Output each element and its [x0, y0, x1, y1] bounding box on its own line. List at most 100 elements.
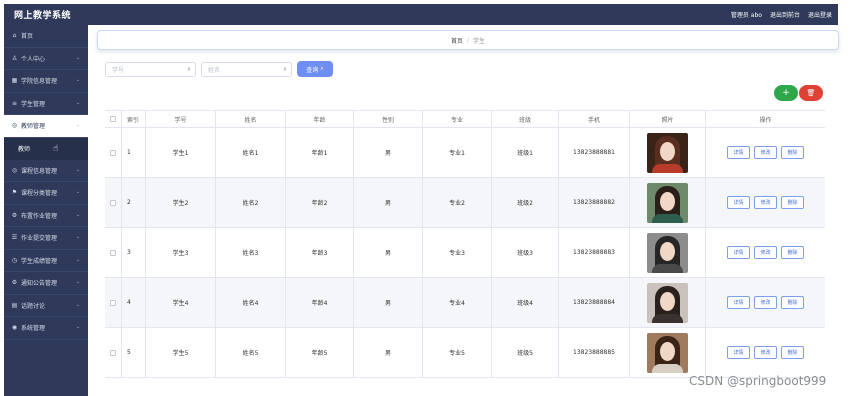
sidebar-item-12[interactable]: ◉ 系统管理 ⌄	[4, 317, 88, 340]
sidebar-item-6[interactable]: ⚑ 课程分类管理 ⌄	[4, 182, 88, 205]
plus-icon: +	[782, 88, 790, 98]
actions-cell: 详情 修改 删除	[705, 328, 825, 377]
select-all-cell[interactable]	[105, 111, 121, 127]
detail-button[interactable]: 详情	[727, 196, 750, 209]
delete-button[interactable]: 删除	[781, 246, 804, 259]
add-button[interactable]: +	[774, 85, 798, 101]
name-cell: 姓名5	[215, 328, 285, 377]
header-age: 年龄	[285, 111, 353, 127]
row-select-cell[interactable]	[105, 228, 121, 277]
logout-link[interactable]: 退出登录	[808, 10, 832, 19]
breadcrumb: 首页 / 学生	[97, 30, 839, 50]
phone-cell: 13823888881	[558, 128, 629, 177]
chevron-down-icon: ⌄	[75, 211, 80, 218]
chevron-down-icon: ⌄	[75, 279, 80, 285]
sidebar-subitem-teacher[interactable]: 教师 ☝	[4, 137, 88, 160]
query-button-label: 查询	[306, 66, 319, 74]
row-checkbox[interactable]	[110, 299, 116, 306]
sidebar-item-1[interactable]: ♙ 个人中心 ⌄	[4, 48, 88, 70]
detail-button[interactable]: 详情	[727, 296, 750, 309]
sidebar-item-5[interactable]: ◎ 课程信息管理 ⌄	[4, 160, 88, 182]
chevron-down-icon: ⌄	[75, 99, 80, 106]
chat-icon: ▤	[11, 301, 18, 309]
sidebar-item-label: 学生成绩管理	[21, 257, 58, 265]
photo-shoulder	[652, 213, 683, 223]
sidebar-item-2[interactable]: ▦ 学院信息管理 ⌄	[4, 70, 88, 93]
table-row: 2 学生2 姓名2 年龄2 男专业2 班级2 13823888882 详情 修改 删除	[105, 178, 825, 228]
name-input[interactable]: 姓名 ⌕	[201, 61, 292, 77]
query-button[interactable]: 查询 ⌕	[297, 61, 333, 77]
sidebar-item-9[interactable]: ◷ 学生成绩管理 ⌄	[4, 250, 88, 272]
sidebar-item-7[interactable]: ⚙ 布置作业管理 ⌄	[4, 205, 88, 227]
sidebar-item-10[interactable]: ⚙ 通知公告管理 ⌄	[4, 272, 88, 295]
chevron-down-icon: ⌄	[75, 189, 80, 195]
building-icon: ▦	[11, 77, 18, 85]
row-select-cell[interactable]	[105, 128, 121, 177]
student-table: 索引 学号 姓名 年龄 性别 专业 班级 手机 照片 操作 1 学生1 姓名1 年龄1…	[105, 110, 825, 378]
major-cell: 专业2	[422, 178, 491, 227]
delete-button[interactable]: 删除	[781, 346, 804, 359]
chevron-down-icon: ⌄	[75, 54, 80, 61]
phone-cell: 13823888882	[558, 178, 629, 227]
sidebar-item-label: 教师管理	[21, 123, 46, 131]
photo-cell	[629, 328, 705, 377]
chevron-down-icon: ⌄	[75, 122, 80, 128]
row-checkbox[interactable]	[110, 199, 116, 206]
sidebar-item-11[interactable]: ▤ 话题讨论 ⌄	[4, 295, 88, 317]
detail-button[interactable]: 详情	[727, 146, 750, 159]
photo-cell	[629, 228, 705, 277]
photo-cell	[629, 278, 705, 327]
delete-button[interactable]: 删除	[781, 146, 804, 159]
edit-button[interactable]: 修改	[754, 296, 777, 309]
name-cell: 姓名4	[215, 278, 285, 327]
header-actions: 操作	[705, 111, 825, 127]
student-id-cell: 学生4	[145, 278, 215, 327]
chevron-down-icon: ⌄	[75, 301, 80, 308]
phone-cell: 13823888883	[558, 228, 629, 277]
batch-delete-button[interactable]: 🗑	[799, 85, 823, 101]
student-id-input[interactable]: 学号 ⌕	[105, 61, 196, 77]
edit-button[interactable]: 修改	[754, 346, 777, 359]
edit-button[interactable]: 修改	[754, 246, 777, 259]
sidebar-item-label: 个人中心	[21, 55, 46, 63]
major-cell: 专业5	[422, 328, 491, 377]
row-select-cell[interactable]	[105, 278, 121, 327]
edit-button[interactable]: 修改	[754, 146, 777, 159]
home-icon: ⌂	[12, 32, 17, 40]
breadcrumb-separator: /	[466, 36, 470, 44]
sidebar-item-4[interactable]: ◎ 教师管理 ⌄	[4, 115, 88, 138]
sidebar-item-label: 通知公告管理	[21, 280, 58, 288]
row-checkbox[interactable]	[110, 149, 116, 156]
row-index-cell: 1	[121, 128, 145, 177]
sidebar-item-label: 话题讨论	[21, 302, 46, 310]
delete-button[interactable]: 删除	[781, 196, 804, 209]
photo-face	[660, 141, 675, 161]
row-select-cell[interactable]	[105, 178, 121, 227]
row-index-cell: 5	[121, 328, 145, 377]
row-checkbox[interactable]	[110, 349, 116, 356]
phone-cell: 13823888884	[558, 278, 629, 327]
edit-button[interactable]: 修改	[754, 196, 777, 209]
sidebar-item-label: 首页	[21, 33, 34, 41]
header-photo: 照片	[629, 111, 705, 127]
phone-cell: 13823888885	[558, 328, 629, 377]
sidebar-item-0[interactable]: ⌂ 首页	[4, 25, 88, 48]
sidebar-item-8[interactable]: ☰ 作业提交管理 ⌄	[4, 227, 88, 250]
search-icon: ⌕	[320, 65, 324, 72]
photo-cell	[629, 178, 705, 227]
delete-button[interactable]: 删除	[781, 296, 804, 309]
select-all-checkbox[interactable]	[110, 116, 116, 122]
gear-icon: ⚙	[11, 211, 18, 219]
row-select-cell[interactable]	[105, 328, 121, 377]
header-gender: 性别	[353, 111, 422, 127]
sidebar-item-3[interactable]: ≡ 学生管理 ⌄	[4, 93, 88, 115]
name-cell: 姓名1	[215, 128, 285, 177]
detail-button[interactable]: 详情	[727, 346, 750, 359]
breadcrumb-home[interactable]: 首页	[451, 36, 463, 45]
row-checkbox[interactable]	[110, 249, 116, 256]
teacher-icon: ◎	[11, 122, 18, 130]
student-id-cell: 学生3	[145, 228, 215, 277]
to-frontend-link[interactable]: 退出到前台	[770, 10, 800, 19]
admin-label: 管理员 abo	[730, 12, 762, 19]
detail-button[interactable]: 详情	[727, 246, 750, 259]
